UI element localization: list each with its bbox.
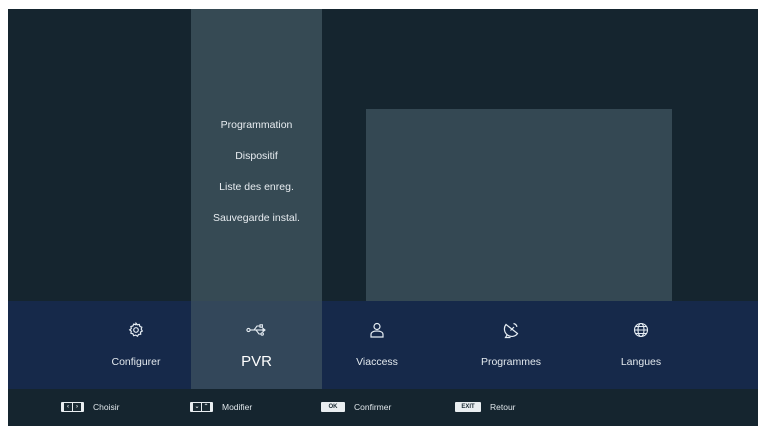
hint-modifier: ⌄ ⌃ Modifier xyxy=(190,401,252,413)
remote-hints-bar: ‹ › Choisir ⌄ ⌃ Modifier OK Confirmer EXIT… xyxy=(8,389,758,426)
hint-label-modifier: Modifier xyxy=(222,402,253,412)
hint-retour: EXIT Retour xyxy=(455,401,516,413)
menu-label-pvr: PVR xyxy=(241,353,272,370)
submenu-item-programmation[interactable]: Programmation xyxy=(221,117,293,148)
menu-label-configurer: Configurer xyxy=(111,356,161,368)
submenu-item-sauvegarde-instal[interactable]: Sauvegarde instal. xyxy=(213,210,300,241)
hint-label-confirmer: Confirmer xyxy=(354,402,392,412)
submenu-item-liste-des-enreg[interactable]: Liste des enreg. xyxy=(219,179,294,210)
gear-icon xyxy=(127,321,145,339)
menu-label-viaccess: Viaccess xyxy=(356,356,398,368)
menu-item-configurer[interactable]: Configurer xyxy=(81,301,191,389)
menu-item-programmes[interactable]: Programmes xyxy=(456,301,566,389)
menu-label-programmes: Programmes xyxy=(480,356,542,368)
menu-item-pvr[interactable]: PVR xyxy=(191,301,322,389)
menu-label-langues: Langues xyxy=(620,356,662,368)
hint-label-retour: Retour xyxy=(490,402,516,412)
pvr-submenu-panel: Programmation Dispositif Liste des enreg… xyxy=(191,9,322,301)
menu-item-langues[interactable]: Langues xyxy=(586,301,696,389)
usb-icon xyxy=(245,321,268,339)
hint-choisir: ‹ › Choisir xyxy=(61,401,119,413)
submenu-list: Programmation Dispositif Liste des enreg… xyxy=(191,117,322,241)
hint-confirmer: OK Confirmer xyxy=(321,401,391,413)
globe-icon xyxy=(632,321,650,339)
exit-key-icon: EXIT xyxy=(455,402,481,412)
tv-menu-screen: Programmation Dispositif Liste des enreg… xyxy=(8,9,758,426)
user-icon xyxy=(368,321,386,339)
left-right-keys-icon: ‹ › xyxy=(61,402,84,412)
up-down-keys-icon: ⌄ ⌃ xyxy=(190,402,213,412)
submenu-item-dispositif[interactable]: Dispositif xyxy=(235,148,278,179)
satellite-dish-icon xyxy=(502,321,520,339)
preview-window xyxy=(366,109,672,301)
menu-item-viaccess[interactable]: Viaccess xyxy=(322,301,432,389)
main-menu-bar: Configurer PVR Viaccess Programmes Langu… xyxy=(8,301,758,389)
ok-key-icon: OK xyxy=(321,402,345,412)
hint-label-choisir: Choisir xyxy=(93,402,120,412)
